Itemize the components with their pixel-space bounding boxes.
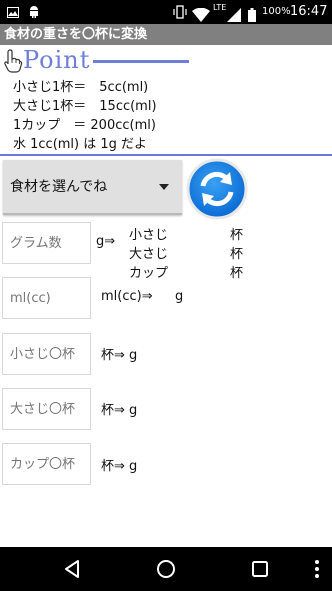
navigation-bar (0, 547, 332, 591)
small-spoon-input[interactable] (2, 333, 91, 375)
gram-result-large-spoon-unit: 杯 (230, 247, 244, 262)
recents-icon[interactable] (251, 560, 269, 578)
gram-result-small-spoon-label: 小さじ (129, 228, 169, 243)
point-title: Point (23, 46, 91, 74)
back-icon[interactable] (62, 559, 82, 579)
vibrate-icon (173, 0, 187, 24)
ml-suffix: ml(cc)⇒ (101, 289, 153, 304)
gram-result-cup-label: カップ (129, 266, 169, 281)
android-icon (28, 0, 40, 24)
info-line: 小さじ1杯＝ 5cc(ml) (13, 80, 149, 95)
conversion-info: 小さじ1杯＝ 5cc(ml) 大さじ1杯＝ 15cc(ml) 1カップ ＝ 20… (13, 78, 157, 154)
large-spoon-suffix: 杯⇒ g (101, 403, 138, 418)
ml-input[interactable] (2, 277, 91, 319)
gram-suffix: g⇒ (96, 234, 116, 249)
battery-percent: 100% (262, 6, 291, 17)
large-spoon-input[interactable] (2, 388, 91, 430)
status-bar: LTE 100% 16:47 (0, 0, 332, 24)
ingredient-dropdown-label: 食材を選んでね (10, 179, 108, 195)
point-header: Point (0, 45, 332, 75)
ml-result-unit: g (175, 289, 184, 304)
image-icon (7, 0, 19, 24)
gram-result-small-spoon-unit: 杯 (230, 228, 244, 243)
info-line: 大さじ1杯＝ 15cc(ml) (13, 99, 157, 114)
dropdown-arrow-icon (159, 184, 169, 190)
section-divider (0, 154, 332, 156)
app-title: 食材の重さを〇杯に変換 (4, 27, 148, 42)
pointing-hand-icon (3, 49, 23, 73)
lte-indicator: LTE (213, 3, 227, 12)
overflow-menu-icon[interactable] (314, 559, 320, 579)
ingredient-dropdown[interactable]: 食材を選んでね (3, 160, 182, 215)
point-underline (93, 60, 189, 63)
gram-result-large-spoon-label: 大さじ (129, 247, 169, 262)
cup-input[interactable] (2, 443, 91, 485)
refresh-button[interactable] (186, 158, 248, 220)
refresh-icon (186, 158, 248, 220)
gram-input[interactable] (2, 222, 91, 264)
gram-result-cup-unit: 杯 (230, 266, 244, 281)
info-line: 1カップ ＝ 200cc(ml) (13, 118, 156, 133)
app-title-bar: 食材の重さを〇杯に変換 (0, 24, 332, 45)
small-spoon-suffix: 杯⇒ g (101, 348, 138, 363)
info-line: 水 1cc(ml) は 1g だよ (13, 137, 148, 152)
cup-suffix: 杯⇒ g (101, 459, 138, 474)
clock: 16:47 (290, 4, 328, 19)
home-icon[interactable] (156, 559, 176, 579)
